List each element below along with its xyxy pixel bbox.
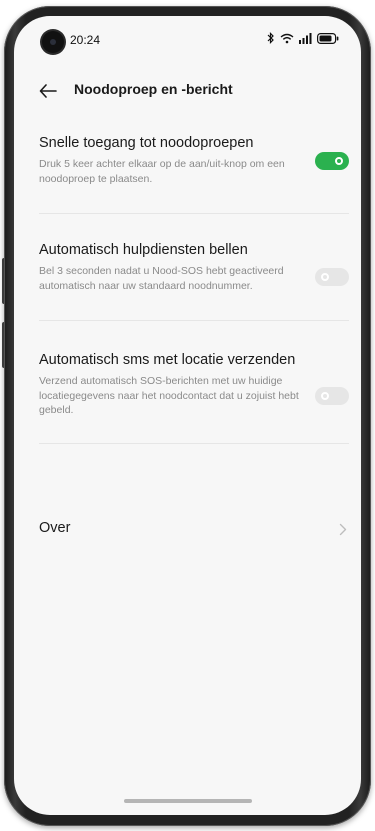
chevron-right-icon xyxy=(339,523,347,536)
bluetooth-icon xyxy=(267,32,275,44)
about-row[interactable]: Over xyxy=(14,514,361,546)
app-bar: Noodoproep en -bericht xyxy=(14,71,361,111)
screen: 20:24 Noodoproep en -bericht Snelle toeg… xyxy=(14,16,361,815)
setting-auto-sms-location[interactable]: Automatisch sms met locatie verzenden Ve… xyxy=(14,351,361,418)
setting-title: Snelle toegang tot noodoproepen xyxy=(39,135,254,151)
setting-quick-emergency-call[interactable]: Snelle toegang tot noodoproepen Druk 5 k… xyxy=(14,134,361,186)
home-indicator[interactable] xyxy=(123,799,252,803)
about-label: Over xyxy=(39,520,71,536)
signal-icon xyxy=(299,32,312,44)
wifi-icon xyxy=(280,33,294,44)
setting-description: Verzend automatisch SOS-berichten met uw… xyxy=(39,375,299,416)
back-button[interactable] xyxy=(36,79,60,103)
setting-description: Bel 3 seconden nadat u Nood-SOS hebt gea… xyxy=(39,265,284,292)
setting-auto-call-emergency-services[interactable]: Automatisch hulpdiensten bellen Bel 3 se… xyxy=(14,241,361,293)
auto-sms-toggle[interactable] xyxy=(315,387,349,405)
toggle-knob xyxy=(321,392,329,400)
arrow-left-icon xyxy=(39,84,57,98)
toggle-knob xyxy=(321,273,329,281)
divider xyxy=(39,213,349,214)
page-title: Noodoproep en -bericht xyxy=(74,81,233,97)
phone-device: 20:24 Noodoproep en -bericht Snelle toeg… xyxy=(0,0,375,831)
battery-icon xyxy=(317,32,339,44)
divider xyxy=(39,320,349,321)
divider xyxy=(39,442,349,444)
status-time: 20:24 xyxy=(70,33,101,47)
status-icons xyxy=(267,30,339,46)
auto-call-toggle[interactable] xyxy=(315,268,349,286)
toggle-knob xyxy=(335,157,343,165)
setting-description: Druk 5 keer achter elkaar op de aan/uit-… xyxy=(39,158,285,185)
status-bar: 20:24 xyxy=(14,16,361,60)
quick-emergency-call-toggle[interactable] xyxy=(315,152,349,170)
front-camera xyxy=(42,31,64,53)
setting-title: Automatisch sms met locatie verzenden xyxy=(39,352,296,368)
setting-title: Automatisch hulpdiensten bellen xyxy=(39,242,248,258)
settings-list: Snelle toegang tot noodoproepen Druk 5 k… xyxy=(14,134,361,444)
